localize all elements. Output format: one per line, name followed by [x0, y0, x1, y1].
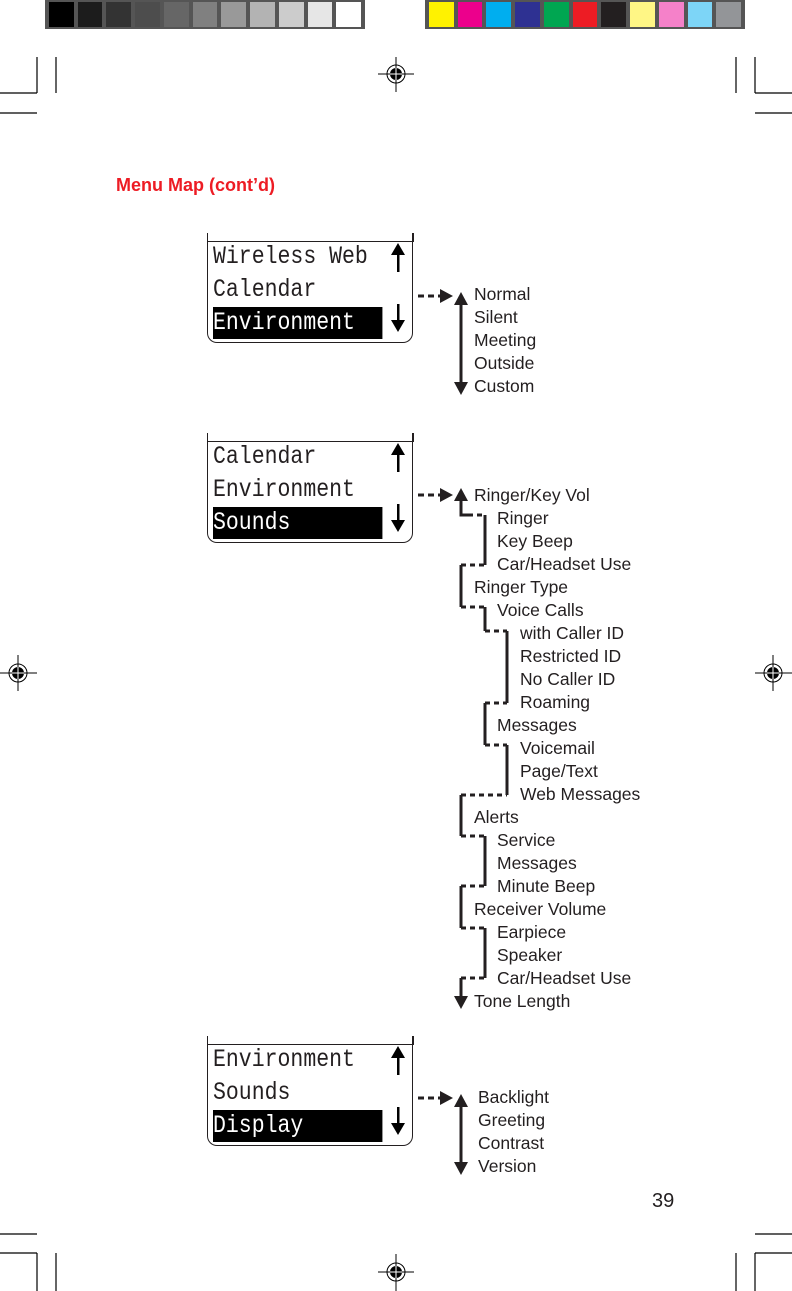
submenu-item: with Caller ID	[520, 623, 625, 643]
submenu-item: Backlight	[478, 1087, 550, 1107]
submenu-item: Silent	[474, 307, 518, 327]
submenu-item: Earpiece	[497, 922, 567, 942]
submenu-item: No Caller ID	[520, 669, 616, 689]
submenu-item: Speaker	[497, 945, 563, 965]
submenu-item: Tone Length	[474, 991, 571, 1011]
submenu-item: Normal	[474, 284, 531, 304]
submenu-item: Messages	[497, 853, 577, 873]
submenu-item: Service	[497, 830, 556, 850]
page-number: 39	[652, 1190, 675, 1212]
submenu-item: Alerts	[474, 807, 519, 827]
submenu-item: Web Messages	[520, 784, 641, 804]
submenu-item: Car/Headset Use	[497, 968, 632, 988]
submenu-item: Greeting	[478, 1110, 546, 1130]
submenu-item: Voice Calls	[497, 600, 584, 620]
submenu-item: Meeting	[474, 330, 537, 350]
submenu-item: Contrast	[478, 1133, 545, 1153]
submenu-item: Minute Beep	[497, 876, 596, 896]
submenu-item: Ringer Type	[474, 577, 569, 597]
submenu-item: Key Beep	[497, 531, 573, 551]
submenu-item: Version	[478, 1156, 537, 1176]
submenu-item: Roaming	[520, 692, 591, 712]
submenu-item: Receiver Volume	[474, 899, 607, 919]
submenu-item: Restricted ID	[520, 646, 622, 666]
submenu-item: Custom	[474, 376, 535, 396]
submenu-item: Page/Text	[520, 761, 598, 781]
submenu-item: Ringer/Key Vol	[474, 485, 590, 505]
menu-connectors	[418, 289, 509, 1175]
submenu-item: Voicemail	[520, 738, 595, 758]
submenu-item: Outside	[474, 353, 535, 373]
submenu-item: Messages	[497, 715, 577, 735]
submenu-item: Car/Headset Use	[497, 554, 632, 574]
submenu-item: Ringer	[497, 508, 549, 528]
